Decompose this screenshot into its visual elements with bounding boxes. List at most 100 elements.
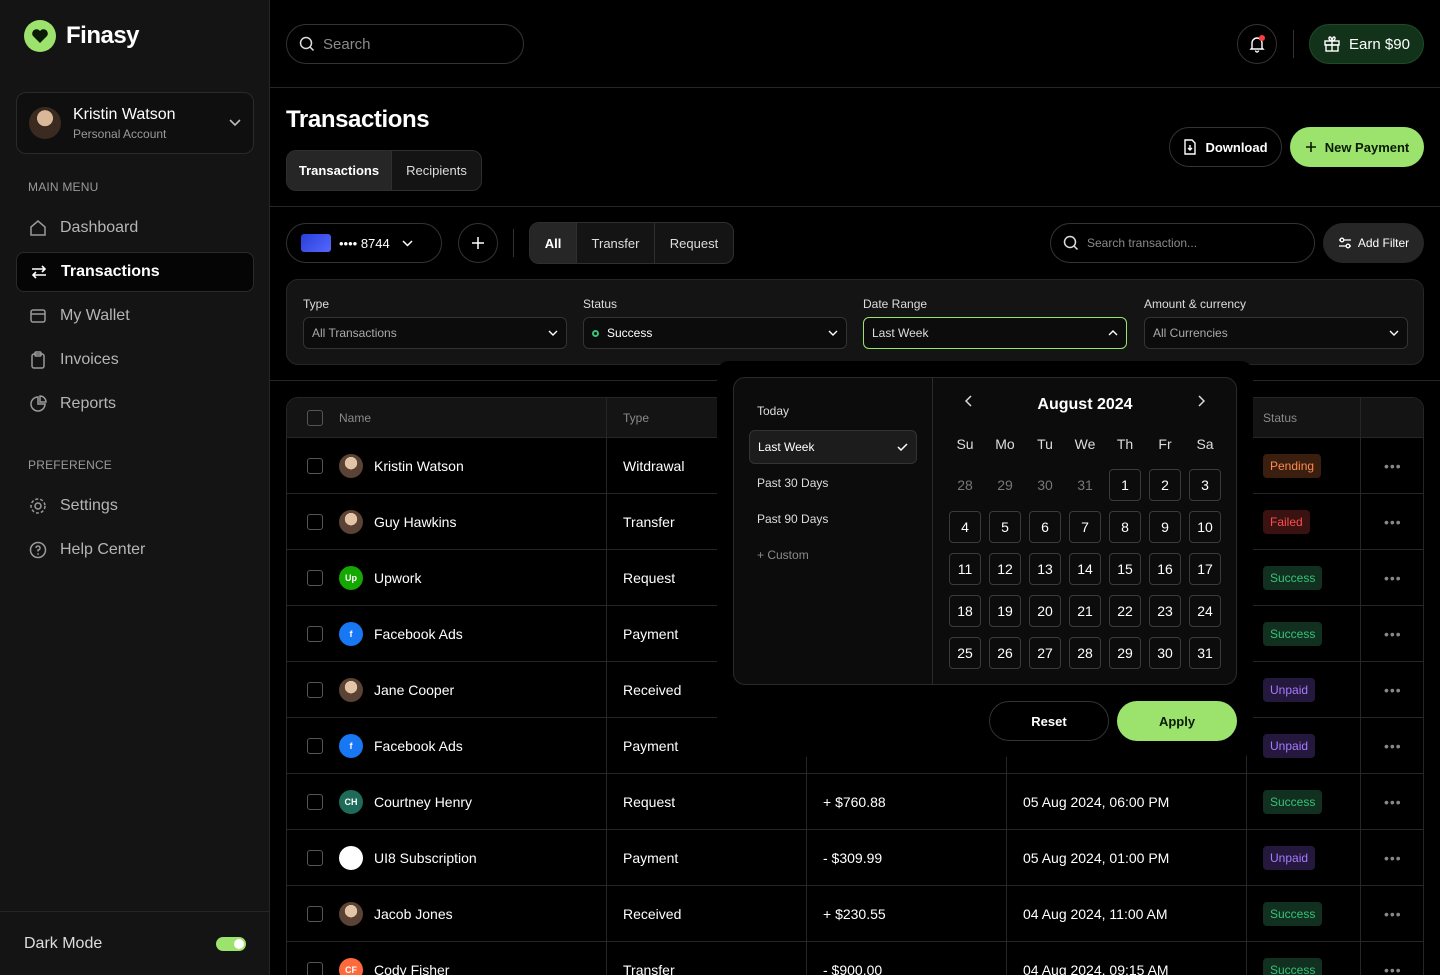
preset-past-90[interactable]: Past 90 Days: [749, 502, 917, 536]
filter-status-select[interactable]: Success: [583, 317, 847, 349]
row-checkbox[interactable]: [307, 850, 323, 866]
more-options-icon[interactable]: •••: [1384, 662, 1402, 718]
calendar-day[interactable]: 25: [949, 637, 981, 669]
filter-type-select[interactable]: All Transactions: [303, 317, 567, 349]
transaction-search-input[interactable]: Search transaction...: [1050, 223, 1315, 263]
calendar-day[interactable]: 8: [1109, 511, 1141, 543]
calendar-day[interactable]: 31: [1189, 637, 1221, 669]
calendar-day[interactable]: 5: [989, 511, 1021, 543]
more-options-icon[interactable]: •••: [1384, 550, 1402, 606]
calendar-day[interactable]: 26: [989, 637, 1021, 669]
search-input[interactable]: Search: [286, 24, 524, 64]
calendar-day-outside-month[interactable]: 30: [1029, 469, 1061, 501]
row-checkbox[interactable]: [307, 682, 323, 698]
preset-past-30[interactable]: Past 30 Days: [749, 466, 917, 500]
calendar-day[interactable]: 10: [1189, 511, 1221, 543]
row-checkbox[interactable]: [307, 906, 323, 922]
calendar-day[interactable]: 30: [1149, 637, 1181, 669]
more-options-icon[interactable]: •••: [1384, 438, 1402, 494]
filter-icon: [1338, 237, 1351, 249]
table-row[interactable]: Jacob Jones Received + $230.55 04 Aug 2024,…: [287, 886, 1423, 942]
logo[interactable]: Finasy: [24, 20, 140, 52]
more-options-icon[interactable]: •••: [1384, 942, 1402, 975]
download-button[interactable]: Download: [1169, 127, 1282, 167]
calendar-day[interactable]: 16: [1149, 553, 1181, 585]
account-switcher[interactable]: Kristin Watson Personal Account: [16, 92, 254, 154]
calendar-day[interactable]: 18: [949, 595, 981, 627]
calendar-day[interactable]: 1: [1109, 469, 1141, 501]
more-options-icon[interactable]: •••: [1384, 886, 1402, 942]
calendar-day[interactable]: 4: [949, 511, 981, 543]
calendar-day[interactable]: 13: [1029, 553, 1061, 585]
more-options-icon[interactable]: •••: [1384, 494, 1402, 550]
calendar-day[interactable]: 24: [1189, 595, 1221, 627]
card-selector[interactable]: •••• 8744: [286, 223, 442, 263]
add-filter-button[interactable]: Add Filter: [1323, 223, 1424, 263]
sidebar-item-wallet[interactable]: My Wallet: [16, 296, 254, 336]
sidebar-item-settings[interactable]: Settings: [16, 486, 254, 526]
more-options-icon[interactable]: •••: [1384, 774, 1402, 830]
row-checkbox[interactable]: [307, 514, 323, 530]
calendar-day[interactable]: 22: [1109, 595, 1141, 627]
type-all[interactable]: All: [530, 223, 577, 263]
filter-date-select[interactable]: Last Week: [863, 317, 1127, 349]
sidebar-item-help[interactable]: Help Center: [16, 530, 254, 570]
row-checkbox[interactable]: [307, 794, 323, 810]
calendar-day[interactable]: 14: [1069, 553, 1101, 585]
row-checkbox[interactable]: [307, 458, 323, 474]
calendar-day[interactable]: 23: [1149, 595, 1181, 627]
type-transfer[interactable]: Transfer: [577, 223, 655, 263]
calendar-day[interactable]: 20: [1029, 595, 1061, 627]
row-checkbox[interactable]: [307, 626, 323, 642]
calendar-day-outside-month[interactable]: 31: [1069, 469, 1101, 501]
calendar-day-outside-month[interactable]: 29: [989, 469, 1021, 501]
table-row[interactable]: CH Courtney Henry Request + $760.88 05 Aug 2…: [287, 774, 1423, 830]
calendar-day[interactable]: 7: [1069, 511, 1101, 543]
column-header-name[interactable]: Name: [339, 398, 371, 438]
select-all-checkbox[interactable]: [307, 410, 323, 426]
preset-today[interactable]: Today: [749, 394, 917, 428]
calendar-day[interactable]: 27: [1029, 637, 1061, 669]
more-options-icon[interactable]: •••: [1384, 606, 1402, 662]
calendar-day[interactable]: 12: [989, 553, 1021, 585]
tab-transactions[interactable]: Transactions: [287, 151, 392, 190]
calendar-day[interactable]: 29: [1109, 637, 1141, 669]
dark-mode-toggle[interactable]: [216, 936, 246, 951]
column-header-status[interactable]: Status: [1263, 398, 1297, 438]
row-checkbox[interactable]: [307, 570, 323, 586]
row-checkbox[interactable]: [307, 738, 323, 754]
type-request[interactable]: Request: [655, 223, 733, 263]
notifications-button[interactable]: [1237, 24, 1277, 64]
apply-button[interactable]: Apply: [1117, 701, 1237, 741]
new-payment-button[interactable]: New Payment: [1290, 127, 1424, 167]
row-checkbox[interactable]: [307, 962, 323, 975]
next-month-button[interactable]: [1197, 394, 1206, 412]
calendar-day[interactable]: 21: [1069, 595, 1101, 627]
calendar-day[interactable]: 15: [1109, 553, 1141, 585]
reset-button[interactable]: Reset: [989, 701, 1109, 741]
calendar-day[interactable]: 3: [1189, 469, 1221, 501]
sidebar-item-transactions[interactable]: Transactions: [16, 252, 254, 292]
earn-button[interactable]: Earn $90: [1309, 24, 1424, 64]
column-header-type[interactable]: Type: [623, 398, 649, 438]
calendar-day[interactable]: 2: [1149, 469, 1181, 501]
calendar-day[interactable]: 17: [1189, 553, 1221, 585]
calendar-day[interactable]: 9: [1149, 511, 1181, 543]
preset-last-week[interactable]: Last Week: [749, 430, 917, 464]
sidebar-item-dashboard[interactable]: Dashboard: [16, 208, 254, 248]
calendar-day[interactable]: 11: [949, 553, 981, 585]
tab-recipients[interactable]: Recipients: [392, 151, 481, 190]
calendar-day-outside-month[interactable]: 28: [949, 469, 981, 501]
table-row[interactable]: CF Cody Fisher Transfer - $900.00 04 Aug 202…: [287, 942, 1423, 975]
table-row[interactable]: UI8 Subscription Payment - $309.99 05 Aug 2…: [287, 830, 1423, 886]
calendar-day[interactable]: 28: [1069, 637, 1101, 669]
sidebar-item-reports[interactable]: Reports: [16, 384, 254, 424]
filter-amount-select[interactable]: All Currencies: [1144, 317, 1408, 349]
more-options-icon[interactable]: •••: [1384, 718, 1402, 774]
calendar-day[interactable]: 6: [1029, 511, 1061, 543]
more-options-icon[interactable]: •••: [1384, 830, 1402, 886]
calendar-day[interactable]: 19: [989, 595, 1021, 627]
add-card-button[interactable]: [458, 223, 498, 263]
sidebar-item-invoices[interactable]: Invoices: [16, 340, 254, 380]
preset-custom[interactable]: + Custom: [749, 538, 917, 572]
